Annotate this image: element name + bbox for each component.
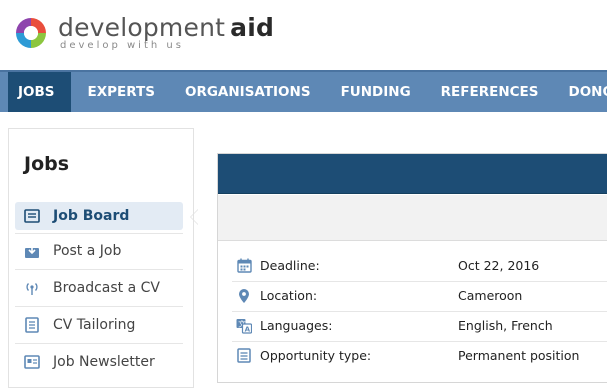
- detail-value: English, French: [458, 318, 553, 333]
- sidebar-item-label: Broadcast a CV: [53, 280, 160, 296]
- detail-value: Cameroon: [458, 288, 522, 303]
- nav-item-references[interactable]: REFERENCES: [426, 72, 554, 112]
- sidebar-divider: [15, 233, 183, 234]
- brand-name-part1: development: [58, 13, 225, 42]
- nav-item-experts[interactable]: EXPERTS: [73, 72, 170, 112]
- sidebar-item-label: Post a Job: [53, 243, 121, 259]
- detail-row-languages: 文A Languages: English, French: [232, 311, 607, 340]
- calendar-icon: [236, 258, 252, 274]
- sidebar-divider: [15, 306, 183, 307]
- location-pin-icon: [236, 288, 252, 304]
- main-nav: JOBS EXPERTS ORGANISATIONS FUNDING REFER…: [0, 70, 607, 112]
- svg-text:A: A: [245, 325, 251, 333]
- board-icon: [23, 207, 41, 225]
- panel-subheader: [218, 195, 607, 241]
- brand-name[interactable]: developmentaid: [58, 13, 274, 42]
- nav-item-jobs[interactable]: JOBS: [8, 72, 71, 112]
- language-icon: 文A: [236, 318, 252, 334]
- detail-row-opportunity-type: Opportunity type: Permanent position: [232, 341, 607, 370]
- nav-item-funding[interactable]: FUNDING: [326, 72, 426, 112]
- nav-item-donors[interactable]: DONORS: [554, 72, 607, 112]
- nav-item-organisations[interactable]: ORGANISATIONS: [170, 72, 326, 112]
- brand-logo-icon[interactable]: [14, 16, 48, 50]
- detail-label: Opportunity type:: [260, 348, 458, 363]
- job-detail-panel: Deadline: Oct 22, 2016 Location: Cameroo…: [217, 153, 607, 383]
- sidebar-item-job-newsletter[interactable]: Job Newsletter: [15, 348, 183, 376]
- sidebar: Jobs Job Board Post a Job Broadcast a CV…: [8, 128, 194, 388]
- brand-tagline: develop with us: [60, 40, 184, 51]
- site-header: developmentaid develop with us: [0, 0, 607, 70]
- sidebar-item-label: CV Tailoring: [53, 317, 135, 333]
- detail-label: Languages:: [260, 318, 458, 333]
- sidebar-item-cv-tailoring[interactable]: CV Tailoring: [15, 311, 183, 339]
- sidebar-item-post-a-job[interactable]: Post a Job: [15, 237, 183, 265]
- panel-header: [218, 154, 607, 194]
- newsletter-icon: [23, 353, 41, 371]
- sidebar-edge: [193, 128, 194, 388]
- sidebar-divider: [15, 269, 183, 270]
- detail-row-deadline: Deadline: Oct 22, 2016: [232, 251, 607, 280]
- broadcast-icon: [23, 279, 41, 297]
- sidebar-item-broadcast-a-cv[interactable]: Broadcast a CV: [15, 274, 183, 302]
- sidebar-item-label: Job Board: [53, 208, 129, 224]
- sidebar-title: Jobs: [24, 153, 69, 175]
- detail-value: Permanent position: [458, 348, 579, 363]
- post-icon: [23, 242, 41, 260]
- sidebar-divider: [15, 343, 183, 344]
- detail-row-location: Location: Cameroon: [232, 281, 607, 310]
- document-icon: [23, 316, 41, 334]
- brand-name-part2: aid: [230, 13, 274, 42]
- sidebar-item-job-board[interactable]: Job Board: [15, 202, 183, 230]
- detail-label: Deadline:: [260, 258, 458, 273]
- detail-value: Oct 22, 2016: [458, 258, 539, 273]
- sidebar-item-label: Job Newsletter: [53, 354, 155, 370]
- detail-label: Location:: [260, 288, 458, 303]
- list-icon: [236, 348, 252, 364]
